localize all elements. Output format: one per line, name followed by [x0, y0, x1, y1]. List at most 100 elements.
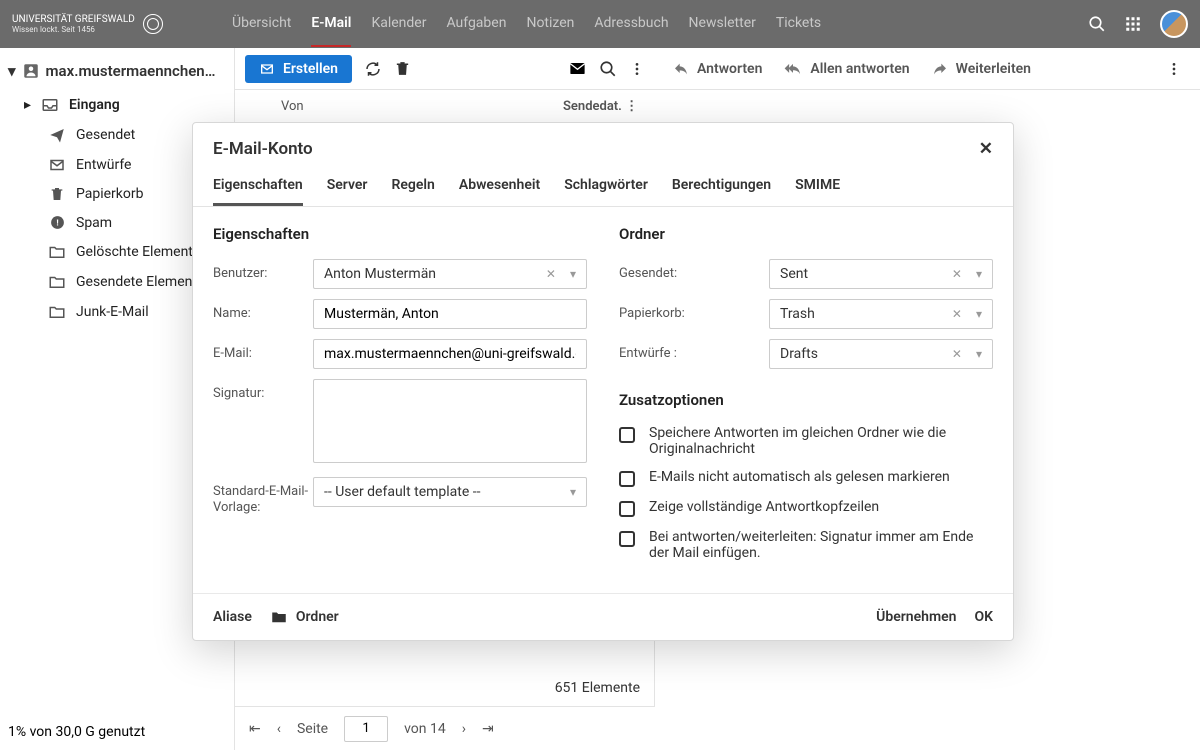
- template-select[interactable]: -- User default template --▾: [313, 477, 587, 507]
- topnav-item[interactable]: Tickets: [776, 1, 821, 47]
- topnav-item[interactable]: Adressbuch: [594, 1, 668, 47]
- dialog-right-col: Ordner Gesendet: Sent✕▾ Papierkorb: Tras…: [619, 225, 993, 573]
- drafts-label: Entwürfe :: [619, 339, 769, 361]
- account-row[interactable]: ▾ max.mustermaennchen@un...: [0, 56, 233, 86]
- chevron-down-icon[interactable]: ▾: [972, 347, 986, 361]
- reply-toolbar: Antworten Allen antworten Weiterleiten: [655, 48, 1200, 90]
- ok-button[interactable]: OK: [974, 609, 993, 625]
- chevron-down-icon[interactable]: ▾: [972, 267, 986, 281]
- last-page-icon[interactable]: ⇥: [482, 721, 494, 737]
- dialog-tab[interactable]: Schlagwörter: [564, 167, 648, 206]
- col-date[interactable]: Sendedat. ⋮: [563, 99, 639, 114]
- prev-page-icon[interactable]: ‹: [277, 721, 281, 737]
- ordner-button[interactable]: Ordner: [296, 609, 339, 625]
- clear-icon[interactable]: ✕: [948, 347, 966, 361]
- checkbox[interactable]: [619, 501, 635, 517]
- signature-input[interactable]: [313, 379, 587, 463]
- checkbox[interactable]: [619, 531, 635, 547]
- first-page-icon[interactable]: ⇤: [249, 721, 261, 737]
- email-input[interactable]: [313, 339, 587, 369]
- search-icon[interactable]: [599, 60, 617, 78]
- dialog-tabs: Eigenschaften Server Regeln Abwesenheit Schl…: [193, 167, 1013, 207]
- search-icon[interactable]: [1088, 15, 1106, 33]
- trash-select[interactable]: Trash✕▾: [769, 299, 993, 329]
- brand: UNIVERSITÄT GREIFSWALD Wissen lockt. Sei…: [12, 14, 212, 34]
- sidebar-folder[interactable]: ▸ Eingang: [0, 90, 233, 120]
- option-label: Zeige vollständige Antwortkopfzeilen: [649, 499, 879, 515]
- folder-label: Eingang: [69, 97, 120, 113]
- sent-select[interactable]: Sent✕▾: [769, 259, 993, 289]
- folder-label: Spam: [76, 215, 112, 231]
- chevron-down-icon[interactable]: ▾: [972, 307, 986, 321]
- topnav-item[interactable]: Übersicht: [232, 1, 291, 47]
- folder-label: Junk-E-Mail: [76, 304, 149, 320]
- folders-heading: Ordner: [619, 225, 993, 243]
- refresh-icon[interactable]: [364, 60, 382, 78]
- folder-icon: [270, 608, 288, 626]
- clear-icon[interactable]: ✕: [948, 267, 966, 281]
- option-row[interactable]: E-Mails nicht automatisch als gelesen ma…: [619, 469, 993, 487]
- dialog-tab[interactable]: Berechtigungen: [672, 167, 771, 206]
- page-input[interactable]: [344, 716, 388, 742]
- clear-icon[interactable]: ✕: [948, 307, 966, 321]
- folder-label: Gesendete Elemente: [76, 274, 204, 290]
- topnav-item[interactable]: Aufgaben: [446, 1, 506, 47]
- user-select[interactable]: Anton Mustermän✕▾: [313, 259, 587, 289]
- chevron-down-icon[interactable]: ▾: [566, 485, 580, 499]
- apply-button[interactable]: Übernehmen: [876, 609, 956, 625]
- template-label: Standard-E-Mail-Vorlage:: [213, 477, 313, 515]
- checkbox[interactable]: [619, 471, 635, 487]
- option-row[interactable]: Bei antworten/weiterleiten: Signatur imm…: [619, 529, 993, 561]
- folder-label: Gelöschte Elemente: [76, 244, 200, 260]
- option-label: Bei antworten/weiterleiten: Signatur imm…: [649, 529, 993, 561]
- page-label: Seite: [297, 721, 328, 737]
- list-header: Von Sendedat. ⋮: [235, 90, 655, 124]
- chevron-down-icon[interactable]: ▾: [566, 267, 580, 281]
- avatar[interactable]: [1160, 10, 1188, 38]
- topnav-item[interactable]: Notizen: [526, 1, 574, 47]
- aliase-button[interactable]: Aliase: [213, 609, 252, 625]
- apps-icon[interactable]: [1124, 15, 1142, 33]
- trash-icon: [48, 186, 66, 202]
- clear-icon[interactable]: ✕: [542, 267, 560, 281]
- option-row[interactable]: Zeige vollständige Antwortkopfzeilen: [619, 499, 993, 517]
- dialog-tab[interactable]: Eigenschaften: [213, 167, 303, 206]
- option-row[interactable]: Speichere Antworten im gleichen Ordner w…: [619, 425, 993, 457]
- compose-button[interactable]: Erstellen: [245, 55, 352, 83]
- col-from[interactable]: Von: [281, 99, 563, 114]
- account-icon: [22, 62, 40, 80]
- dialog-tab[interactable]: SMIME: [795, 167, 840, 206]
- forward-button[interactable]: Weiterleiten: [932, 61, 1031, 77]
- reply-all-button[interactable]: Allen antworten: [784, 61, 909, 77]
- next-page-icon[interactable]: ›: [462, 721, 466, 737]
- topnav-item[interactable]: Kalender: [371, 1, 426, 47]
- mail-icon[interactable]: [568, 59, 587, 78]
- trash-label: Papierkorb:: [619, 299, 769, 321]
- dialog-tab[interactable]: Server: [327, 167, 368, 206]
- topnav-item[interactable]: E-Mail: [311, 1, 351, 47]
- delete-icon[interactable]: [394, 60, 411, 77]
- folder-icon: [48, 303, 66, 321]
- folder-icon: [48, 243, 66, 261]
- drafts-select[interactable]: Drafts✕▾: [769, 339, 993, 369]
- name-input[interactable]: [313, 299, 587, 329]
- chevron-right-icon[interactable]: ▸: [24, 97, 31, 113]
- sent-label: Gesendet:: [619, 259, 769, 281]
- dialog-footer: Aliase Ordner Übernehmen OK: [193, 593, 1013, 640]
- checkbox[interactable]: [619, 427, 635, 443]
- dialog-tab[interactable]: Regeln: [391, 167, 434, 206]
- more-icon[interactable]: [629, 61, 645, 77]
- dialog-tab[interactable]: Abwesenheit: [459, 167, 540, 206]
- chevron-down-icon[interactable]: ▾: [8, 62, 16, 80]
- folder-icon: [48, 273, 66, 291]
- close-icon[interactable]: ✕: [979, 139, 993, 159]
- more-icon[interactable]: [1166, 61, 1182, 77]
- reply-label: Antworten: [697, 61, 762, 77]
- top-nav: Übersicht E-Mail Kalender Aufgaben Notizen Ad…: [232, 1, 1088, 47]
- reply-button[interactable]: Antworten: [673, 61, 762, 77]
- item-count: 651 Elemente: [555, 680, 640, 696]
- name-label: Name:: [213, 299, 313, 321]
- folder-label: Entwürfe: [76, 157, 131, 173]
- brand-subtitle: Wissen lockt. Seit 1456: [12, 25, 135, 34]
- topnav-item[interactable]: Newsletter: [689, 1, 756, 47]
